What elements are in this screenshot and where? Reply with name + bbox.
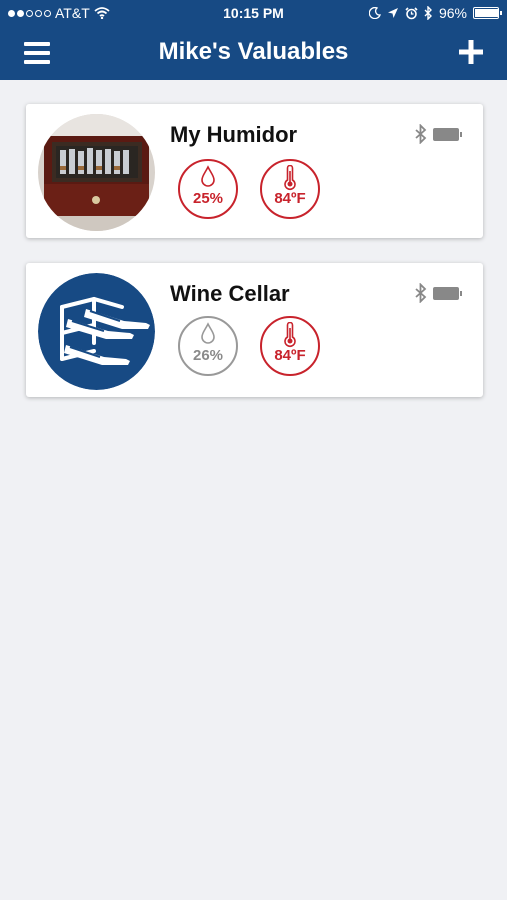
device-card-wine-cellar[interactable]: Wine Cellar 26% 84ºF — [26, 263, 483, 397]
droplet-icon — [201, 322, 215, 344]
humidity-gauge[interactable]: 26% — [178, 316, 238, 376]
battery-percentage: 96% — [438, 5, 467, 21]
droplet-icon — [201, 165, 215, 187]
add-button[interactable] — [457, 38, 485, 66]
wine-rack-image — [38, 273, 155, 390]
device-name: Wine Cellar — [170, 281, 290, 306]
thermometer-icon — [284, 322, 296, 348]
temperature-gauge[interactable]: 84ºF — [260, 159, 320, 219]
app-header: AT&T 10:15 PM 96% Mike's Valuables — [0, 0, 507, 80]
humidity-value: 26% — [192, 347, 224, 364]
device-card-humidor[interactable]: My Humidor 25% 84ºF — [26, 104, 483, 238]
moon-icon — [368, 7, 381, 19]
humidity-gauge[interactable]: 25% — [178, 159, 238, 219]
bluetooth-status-icon — [424, 6, 432, 20]
device-battery-icon — [433, 286, 462, 300]
humidor-photo — [38, 114, 155, 231]
temperature-value: 84ºF — [274, 190, 306, 207]
temperature-gauge[interactable]: 84ºF — [260, 316, 320, 376]
nav-bar: Mike's Valuables — [0, 28, 507, 80]
battery-icon — [473, 7, 502, 19]
thermometer-icon — [284, 165, 296, 191]
bluetooth-icon — [415, 283, 427, 303]
humidity-value: 25% — [192, 190, 224, 207]
location-arrow-icon — [387, 8, 398, 18]
alarm-icon — [405, 6, 418, 19]
page-title: Mike's Valuables — [158, 38, 349, 65]
temperature-value: 84ºF — [274, 347, 306, 364]
status-bar: AT&T 10:15 PM 96% — [0, 0, 507, 28]
bluetooth-icon — [415, 124, 427, 144]
device-name: My Humidor — [170, 122, 298, 147]
device-battery-icon — [433, 127, 462, 141]
